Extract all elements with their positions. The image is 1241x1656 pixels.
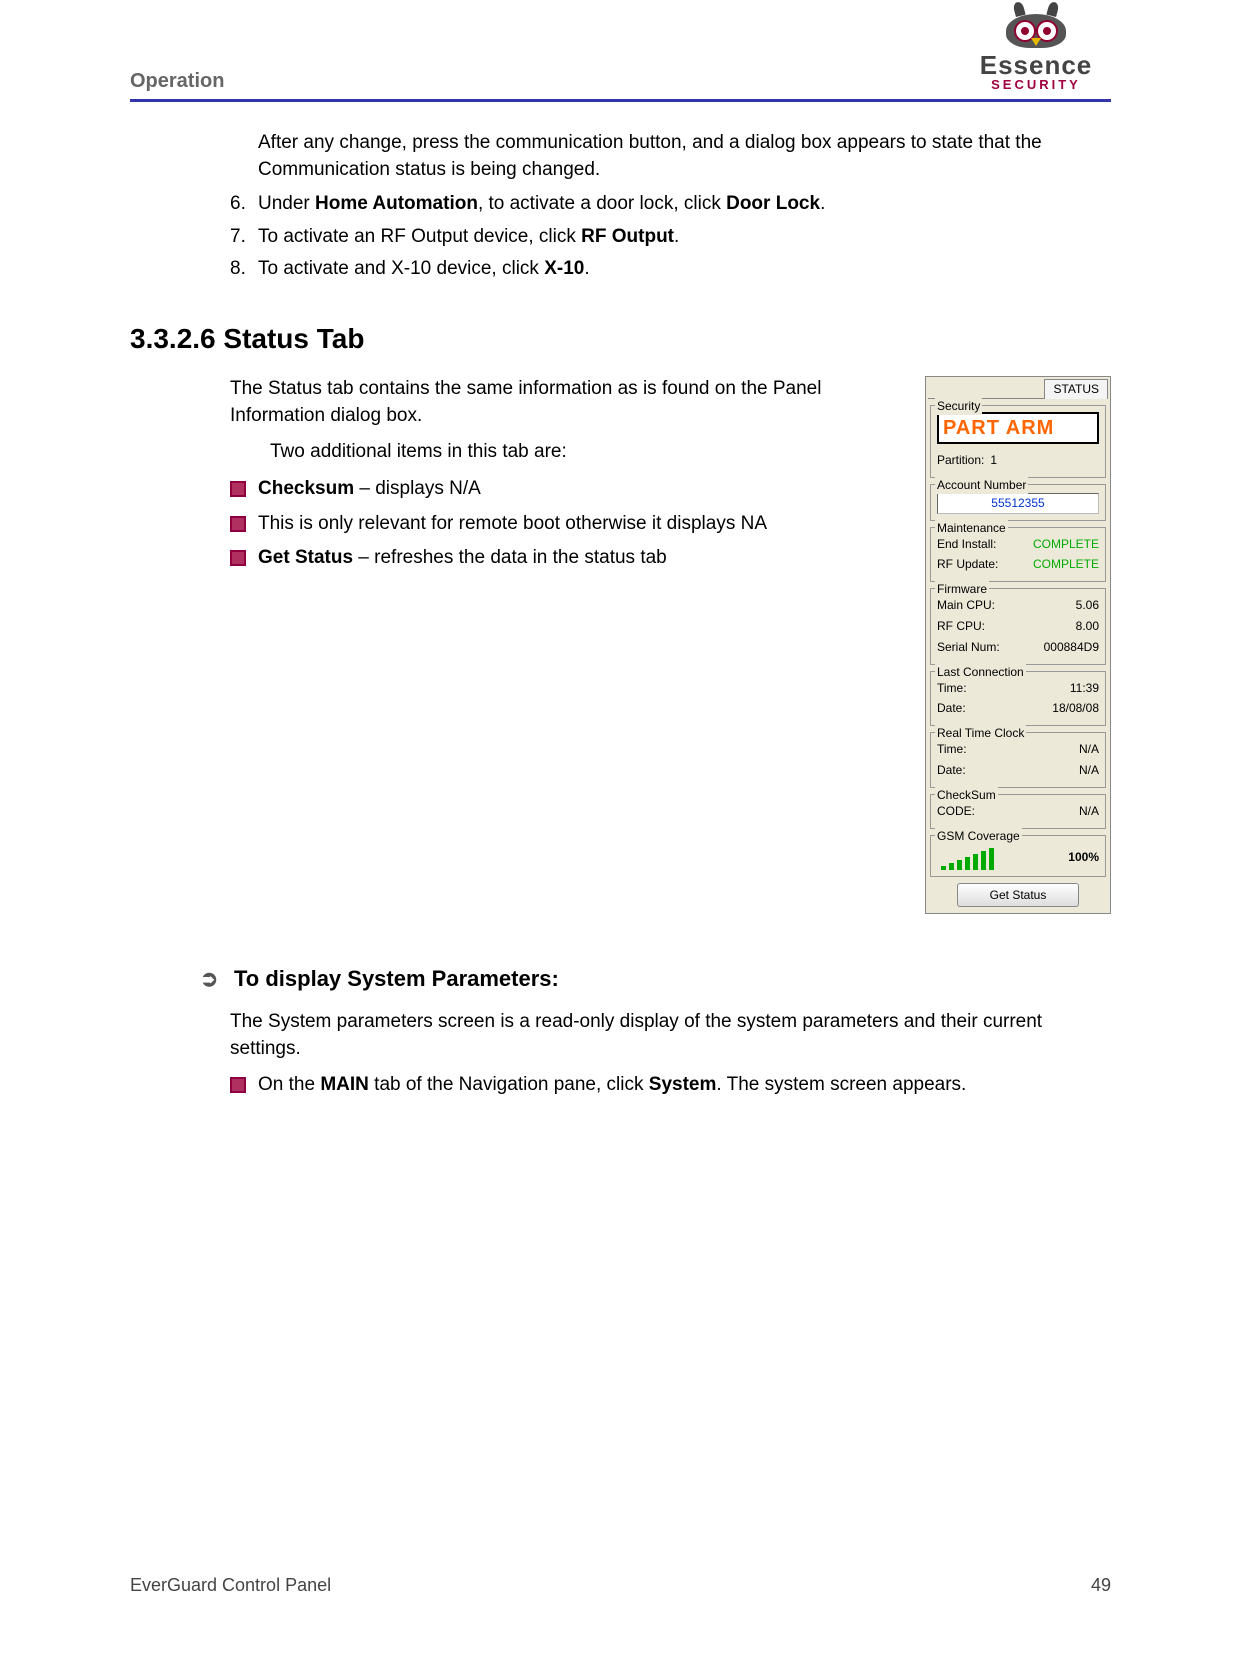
brand-logo: Essence SECURITY: [961, 10, 1111, 92]
intro-paragraph: After any change, press the communicatio…: [258, 130, 1111, 183]
group-checksum: CheckSum CODE:N/A: [930, 794, 1106, 829]
status-panel-screenshot: STATUS Security PART ARM Partition: 1 Ac…: [925, 376, 1111, 914]
group-firmware: Firmware Main CPU:5.06 RF CPU:8.00 Seria…: [930, 588, 1106, 664]
get-status-button[interactable]: Get Status: [957, 883, 1079, 908]
signal-bars-icon: [937, 842, 994, 870]
section-title: Operation: [130, 70, 224, 93]
owl-icon: [1006, 10, 1066, 50]
group-maintenance: Maintenance End Install:COMPLETE RF Upda…: [930, 527, 1106, 583]
group-rtc: Real Time Clock Time:N/A Date:N/A: [930, 732, 1106, 788]
account-number: 55512355: [937, 493, 1099, 514]
page-footer: EverGuard Control Panel 49: [130, 1575, 1111, 1596]
bullet-checksum: Checksum – displays N/A: [230, 476, 895, 503]
bullet-get-status: Get Status – refreshes the data in the s…: [230, 545, 895, 572]
square-bullet-icon: [230, 1077, 246, 1093]
arrow-right-icon: ➲: [200, 964, 224, 995]
group-account: Account Number 55512355: [930, 484, 1106, 521]
group-last-connection: Last Connection Time:11:39 Date:18/08/08: [930, 671, 1106, 727]
bullet-system: On the MAIN tab of the Navigation pane, …: [230, 1072, 1111, 1099]
main-content: After any change, press the communicatio…: [230, 130, 1111, 1099]
step-7: 7. To activate an RF Output device, clic…: [230, 224, 1111, 251]
bullet-note: This is only relevant for remote boot ot…: [230, 511, 895, 538]
gsm-percentage: 100%: [1068, 849, 1099, 870]
square-bullet-icon: [230, 481, 246, 497]
status-description: The Status tab contains the same informa…: [230, 376, 895, 580]
heading-status-tab: 3.3.2.6 Status Tab: [130, 319, 1111, 358]
square-bullet-icon: [230, 550, 246, 566]
square-bullet-icon: [230, 516, 246, 532]
page-header: Operation Essence SECURITY: [130, 70, 1111, 102]
footer-title: EverGuard Control Panel: [130, 1575, 331, 1596]
heading-system-parameters: ➲ To display System Parameters:: [200, 964, 1111, 995]
group-security: Security PART ARM Partition: 1: [930, 405, 1106, 478]
step-6: 6. Under Home Automation, to activate a …: [230, 191, 1111, 218]
step-8: 8. To activate and X-10 device, click X-…: [230, 256, 1111, 283]
security-status: PART ARM: [937, 412, 1099, 444]
sys-para: The System parameters screen is a read-o…: [230, 1009, 1111, 1062]
tab-status[interactable]: STATUS: [1044, 379, 1108, 399]
page-number: 49: [1091, 1575, 1111, 1596]
group-gsm: GSM Coverage 100%: [930, 835, 1106, 877]
